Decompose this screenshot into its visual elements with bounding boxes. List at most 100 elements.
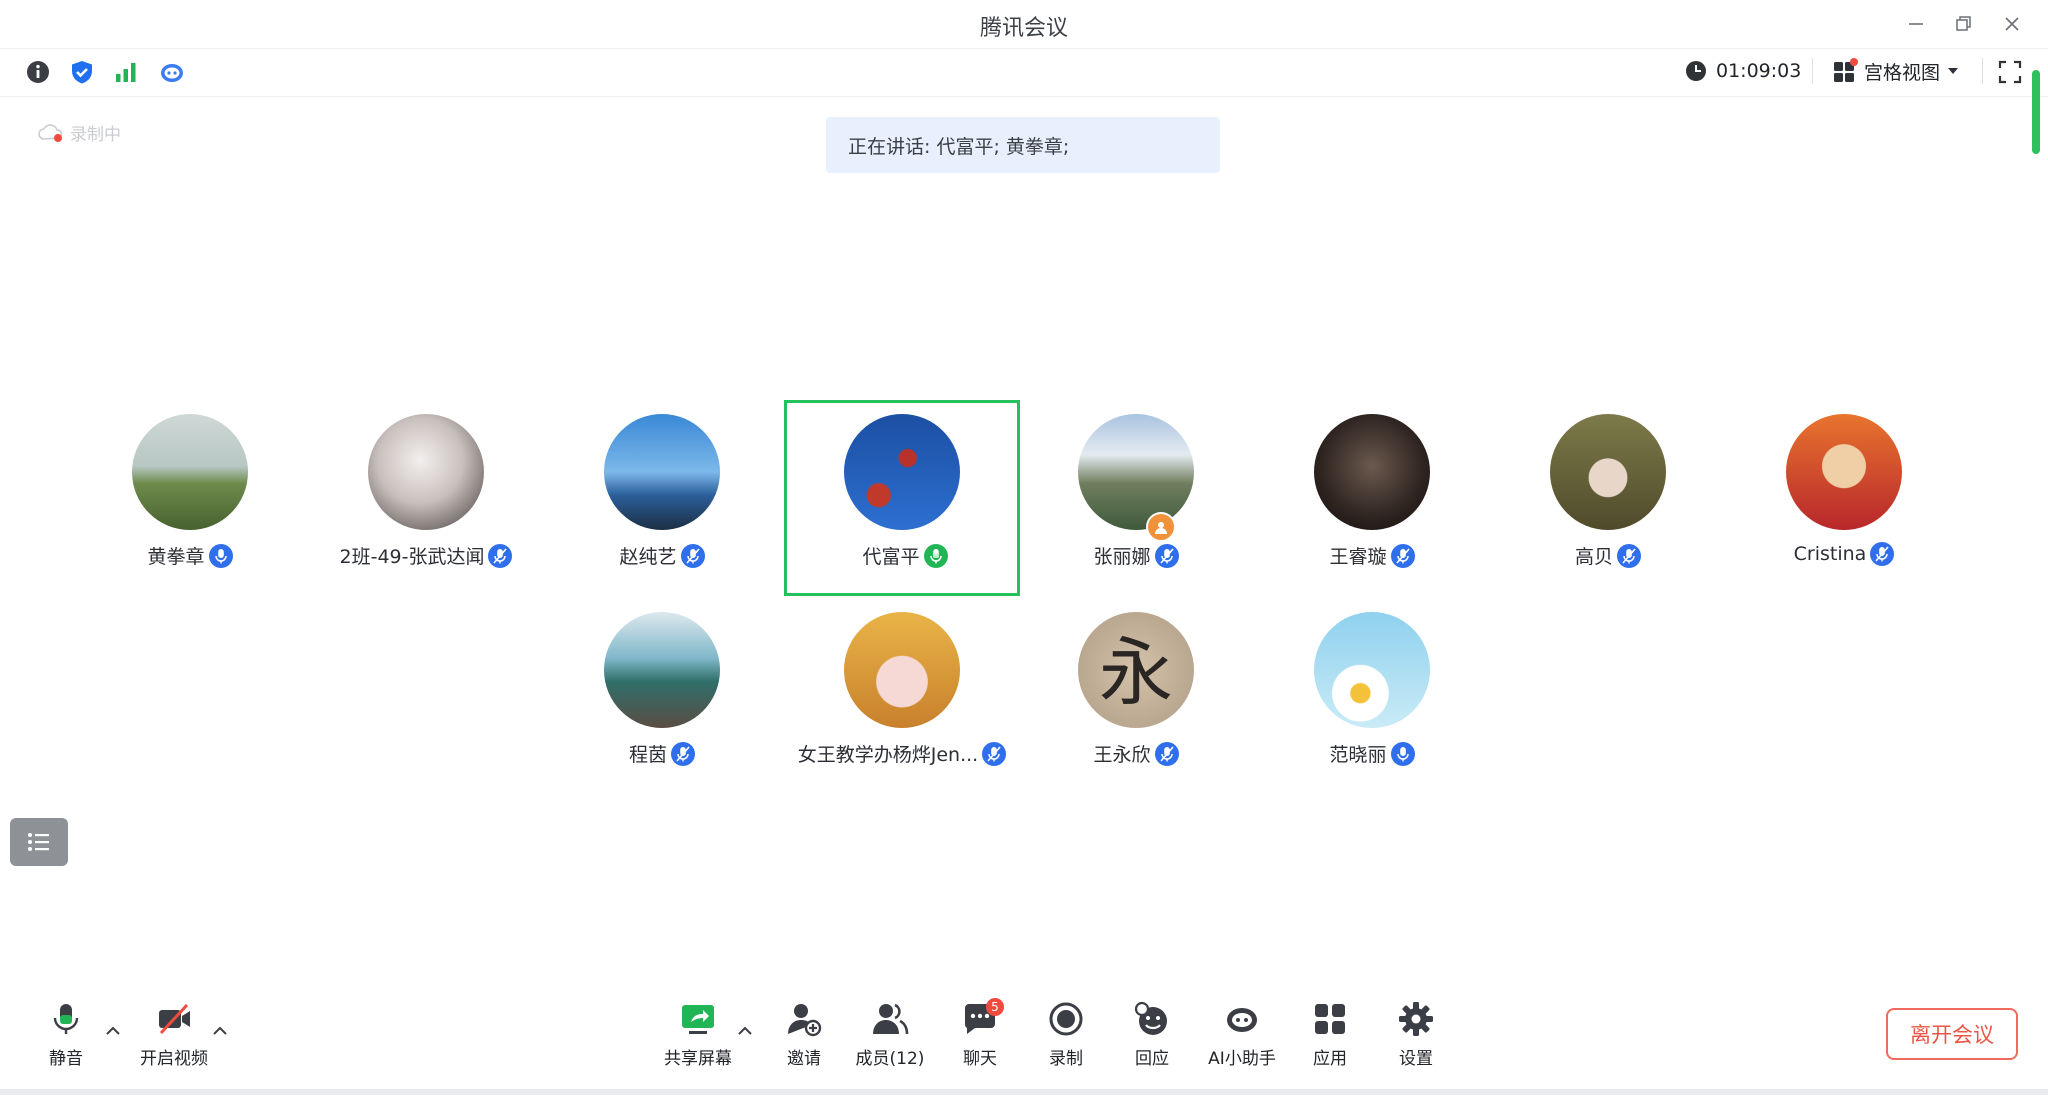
participant-name-row: 代富平 — [787, 542, 1023, 569]
recording-indicator[interactable]: 录制中 — [38, 120, 121, 145]
participant-name-row: 女王教学办杨烨Jen... — [784, 740, 1020, 767]
participant-avatar — [368, 414, 484, 530]
participant-name: 高贝 — [1574, 546, 1613, 568]
participant-name-row: 王睿璇 — [1254, 542, 1490, 569]
share-screen-button[interactable]: 共享屏幕 — [653, 1000, 743, 1069]
fullscreen-icon[interactable] — [1996, 58, 2024, 86]
divider — [1982, 58, 1983, 84]
share-screen-label: 共享屏幕 — [664, 1049, 732, 1069]
invite-icon — [788, 1004, 822, 1037]
ai-assistant-button[interactable]: AI小助手 — [1197, 1000, 1287, 1069]
participant-tile[interactable]: 程茵 — [544, 598, 780, 794]
participant-avatar — [1078, 414, 1194, 530]
mic-muted-icon — [1870, 542, 1895, 566]
participant-avatar: 永 — [1078, 612, 1194, 728]
apps-button[interactable]: 应用 — [1285, 1000, 1375, 1069]
participant-avatar — [844, 414, 960, 530]
recording-label: 录制中 — [70, 125, 121, 145]
apps-label: 应用 — [1313, 1049, 1347, 1069]
participant-name-row: 黄拳章 — [72, 542, 308, 569]
user-badge-icon — [1146, 512, 1176, 542]
clock-icon — [1686, 61, 1706, 81]
gear-icon — [1399, 1002, 1433, 1036]
participant-tile[interactable]: 张丽娜 — [1018, 400, 1254, 596]
participant-avatar — [604, 414, 720, 530]
participant-name-row: 范晓丽 — [1254, 740, 1490, 767]
settings-label: 设置 — [1399, 1049, 1433, 1069]
reaction-button[interactable]: 回应 — [1107, 1000, 1197, 1069]
participant-tile[interactable]: 代富平 — [784, 400, 1020, 596]
share-options-caret-icon[interactable] — [737, 1026, 753, 1036]
svg-text:永: 永 — [1099, 630, 1173, 716]
share-screen-icon — [682, 1005, 714, 1034]
restore-icon[interactable] — [1948, 8, 1980, 40]
reaction-icon — [1134, 1001, 1167, 1035]
participant-tile[interactable]: Cristina — [1726, 400, 1962, 596]
participant-name: 代富平 — [862, 546, 920, 568]
participant-name-row: Cristina — [1726, 542, 1962, 566]
participant-tile[interactable]: 女王教学办杨烨Jen... — [784, 598, 1020, 794]
participant-name: 赵纯艺 — [619, 546, 677, 568]
participant-tile[interactable]: 高贝 — [1490, 400, 1726, 596]
participant-tile[interactable]: 黄拳章 — [72, 400, 308, 596]
settings-button[interactable]: 设置 — [1371, 1000, 1461, 1069]
participant-name: 女王教学办杨烨Jen... — [797, 744, 979, 766]
participant-name-row: 高贝 — [1490, 542, 1726, 569]
mute-options-caret-icon[interactable] — [105, 1026, 121, 1036]
view-mode-dropdown[interactable]: 宫格视图 — [1832, 56, 1960, 86]
video-options-caret-icon[interactable] — [212, 1026, 228, 1036]
video-button[interactable]: 开启视频 — [129, 1000, 219, 1069]
close-icon[interactable] — [1996, 8, 2028, 40]
grid-view-icon — [1832, 58, 1858, 84]
microphone-icon — [53, 1004, 79, 1034]
record-button[interactable]: 录制 — [1021, 1000, 1111, 1069]
chat-label: 聊天 — [963, 1049, 997, 1069]
mic-muted-icon — [671, 741, 695, 766]
mute-label: 静音 — [49, 1049, 83, 1069]
window-title: 腾讯会议 — [979, 16, 1068, 41]
members-icon — [873, 1003, 909, 1035]
participant-avatar — [1314, 414, 1430, 530]
info-icon[interactable] — [24, 58, 52, 86]
participant-name-row: 程茵 — [544, 740, 780, 767]
mic-on-icon — [1390, 741, 1415, 766]
participant-tile[interactable]: 王睿璇 — [1254, 400, 1490, 596]
video-off-icon — [159, 1003, 190, 1035]
record-label: 录制 — [1049, 1049, 1083, 1069]
invite-label: 邀请 — [787, 1049, 821, 1069]
participant-avatar — [1550, 414, 1666, 530]
participant-name: 黄拳章 — [147, 546, 205, 568]
list-panel-button[interactable] — [10, 818, 68, 866]
participant-tile[interactable]: 永王永欣 — [1018, 598, 1254, 794]
chat-unread-badge: 5 — [986, 998, 1004, 1016]
participant-tile[interactable]: 赵纯艺 — [544, 400, 780, 596]
signal-bars-icon[interactable] — [112, 58, 140, 86]
mute-button[interactable]: 静音 — [21, 1000, 111, 1069]
minimize-icon[interactable] — [1900, 8, 1932, 40]
video-label: 开启视频 — [140, 1049, 208, 1069]
mic-muted-icon — [680, 543, 705, 568]
assistant-icon[interactable] — [158, 58, 186, 86]
scrollbar-thumb[interactable] — [2032, 70, 2040, 154]
view-mode-label: 宫格视图 — [1864, 61, 1941, 84]
invite-button[interactable]: 邀请 — [759, 1000, 849, 1069]
shield-check-icon[interactable] — [68, 58, 96, 86]
reaction-label: 回应 — [1135, 1049, 1169, 1069]
mic-muted-icon — [1154, 741, 1179, 766]
ai-assistant-icon — [1227, 1008, 1257, 1032]
participant-name: 2班-49-张武达闻 — [339, 546, 485, 568]
participant-avatar — [132, 414, 248, 530]
members-button[interactable]: 成员(12) — [845, 1000, 935, 1069]
bottom-border — [0, 1089, 2048, 1095]
ai-assistant-label: AI小助手 — [1208, 1049, 1276, 1069]
participant-name-row: 张丽娜 — [1018, 542, 1254, 569]
participant-name-row: 赵纯艺 — [544, 542, 780, 569]
list-icon — [28, 833, 49, 851]
leave-meeting-button[interactable]: 离开会议 — [1886, 1008, 2018, 1060]
participant-tile[interactable]: 2班-49-张武达闻 — [308, 400, 544, 596]
participant-name: 张丽娜 — [1093, 546, 1151, 568]
chat-button[interactable]: 聊天 — [935, 1000, 1025, 1069]
participant-tile[interactable]: 范晓丽 — [1254, 598, 1490, 794]
participant-name: Cristina — [1793, 543, 1867, 565]
participant-avatar — [1314, 612, 1430, 728]
